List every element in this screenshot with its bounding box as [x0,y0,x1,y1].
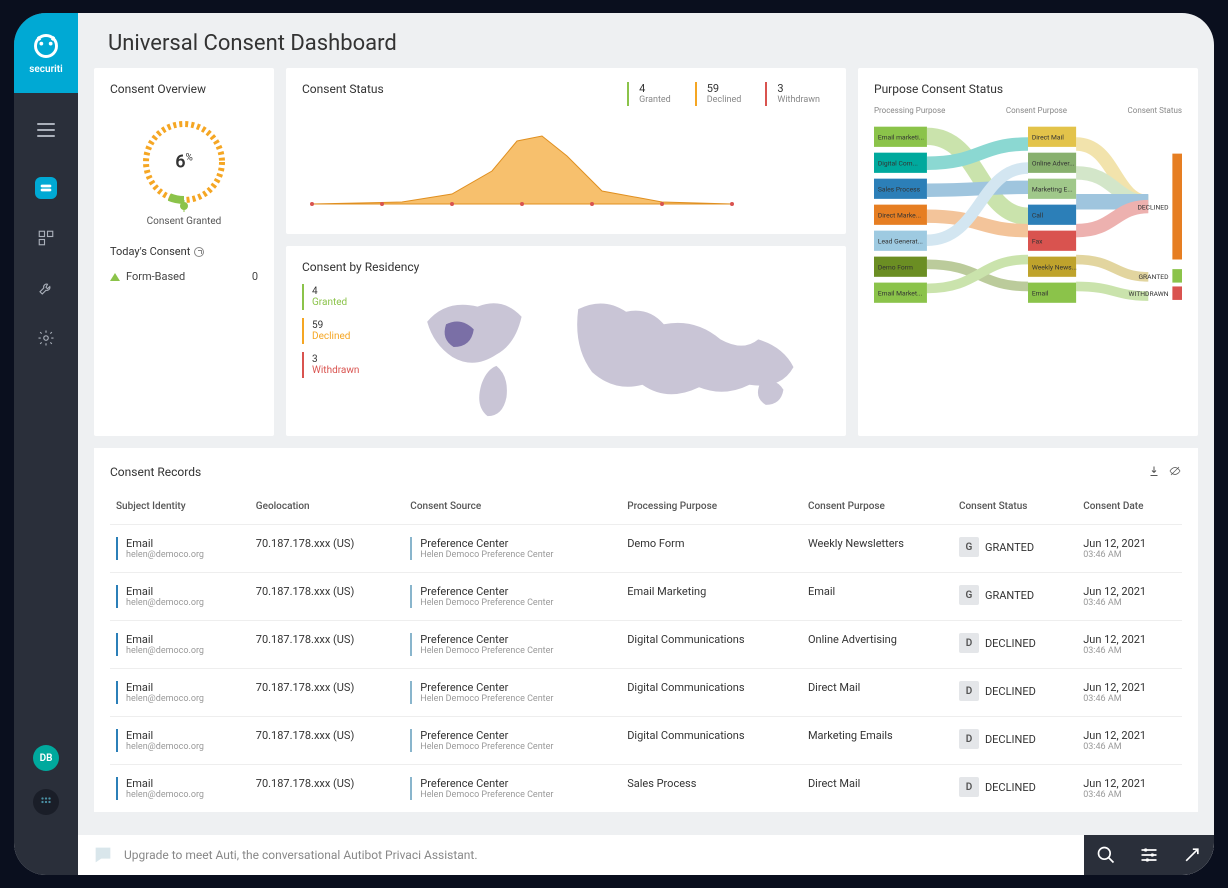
svg-text:Marketing E...: Marketing E... [1032,186,1073,194]
svg-text:WITHDRAWN: WITHDRAWN [1129,290,1169,298]
res-withdrawn-n: 3 [312,354,394,365]
today-item-label: Form-Based [126,270,185,283]
sankey-h1: Processing Purpose [874,106,945,115]
svg-text:Lead Generat...: Lead Generat... [878,238,923,246]
filter-icon[interactable] [1139,845,1159,865]
overview-title: Consent Overview [110,82,258,96]
status-declined-l: Declined [707,95,742,105]
brand-logo[interactable]: securiti [14,13,78,93]
table-row[interactable]: Emailhelen@democo.org 70.187.178.xxx (US… [110,669,1182,717]
table-row[interactable]: Emailhelen@democo.org 70.187.178.xxx (US… [110,621,1182,669]
footer-bar: Upgrade to meet Auti, the conversational… [78,835,1214,875]
chat-icon [92,844,114,866]
gauge-consent: 6% [134,112,234,212]
user-badge[interactable]: DB [33,745,59,771]
table-header[interactable]: Consent Date [1077,493,1182,525]
svg-text:DECLINED: DECLINED [1137,203,1169,211]
residency-title: Consent by Residency [302,260,830,274]
records-title: Consent Records [110,465,201,479]
expand-icon[interactable] [1182,845,1202,865]
page-title: Universal Consent Dashboard [78,13,1214,68]
svg-text:Direct Mail: Direct Mail [1032,134,1064,142]
search-icon[interactable] [1096,845,1116,865]
sankey-h3: Consent Status [1128,106,1182,115]
download-icon[interactable] [1148,462,1160,481]
sankey-title: Purpose Consent Status [874,82,1182,96]
table-row[interactable]: Emailhelen@democo.org 70.187.178.xxx (US… [110,573,1182,621]
records-table: Subject IdentityGeolocationConsent Sourc… [110,493,1182,812]
gauge-label: Consent Granted [110,216,258,227]
table-header[interactable]: Geolocation [250,493,405,525]
area-chart [302,116,742,216]
status-declined-n: 59 [707,82,742,95]
triangle-up-icon [110,273,120,281]
sidebar: securiti DB [14,13,78,875]
today-item-value: 0 [252,270,258,283]
status-granted-l: Granted [639,95,671,105]
res-granted-l: Granted [312,297,394,308]
svg-text:GRANTED: GRANTED [1138,273,1169,281]
menu-toggle[interactable] [37,123,55,137]
table-header[interactable]: Consent Source [404,493,621,525]
card-consent-overview: Consent Overview 6% Consent Granted Toda… [94,68,274,436]
status-granted-n: 4 [639,82,671,95]
table-header[interactable]: Consent Status [953,493,1077,525]
card-consent-records: Consent Records Subject IdentityGeolocat… [94,448,1198,812]
world-map [402,284,830,422]
svg-text:Fax: Fax [1032,238,1043,246]
logo-icon [32,32,60,60]
gauge-value: 6 [175,152,185,173]
status-title: Consent Status [302,82,384,96]
nav-dashboard-icon[interactable] [35,227,57,249]
card-consent-status: Consent Status 4Granted 59Declined 3With… [286,68,846,234]
nav-settings-icon[interactable] [35,327,57,349]
res-declined-l: Declined [312,331,394,342]
table-row[interactable]: Emailhelen@democo.org 70.187.178.xxx (US… [110,525,1182,573]
svg-text:Email marketi...: Email marketi... [878,134,924,142]
res-withdrawn-l: Withdrawn [312,365,394,376]
card-consent-residency: Consent by Residency 4Granted 59Declined… [286,246,846,436]
today-title: Today's Consent [110,245,190,258]
clock-icon [194,247,204,257]
svg-text:Sales Process: Sales Process [878,186,921,194]
status-withdrawn-n: 3 [777,82,820,95]
sankey-chart: Email marketi... Digital Com... Sales Proc… [874,121,1182,321]
footer-message: Upgrade to meet Auti, the conversational… [124,848,478,862]
svg-text:Demo Form: Demo Form [878,264,913,272]
table-header[interactable]: Subject Identity [110,493,250,525]
nav-tools-icon[interactable] [35,277,57,299]
visibility-off-icon[interactable] [1168,462,1182,481]
svg-text:Weekly News...: Weekly News... [1032,264,1077,272]
svg-text:Call: Call [1032,212,1044,220]
brand-label: securiti [29,64,62,75]
nav-consent-icon[interactable] [35,177,57,199]
status-withdrawn-l: Withdrawn [777,95,820,105]
card-purpose-consent-status: Purpose Consent Status Processing Purpos… [858,68,1198,436]
table-header[interactable]: Consent Purpose [802,493,953,525]
apps-icon[interactable] [33,789,59,815]
table-header[interactable]: Processing Purpose [621,493,802,525]
svg-text:Digital Com...: Digital Com... [878,160,918,168]
res-declined-n: 59 [312,320,394,331]
svg-text:Email: Email [1032,290,1049,298]
table-row[interactable]: Emailhelen@democo.org 70.187.178.xxx (US… [110,717,1182,765]
gauge-unit: % [185,153,192,164]
svg-text:Direct Marke...: Direct Marke... [878,212,921,220]
svg-text:Online Adver...: Online Adver... [1032,160,1075,168]
sankey-h2: Consent Purpose [1006,106,1067,115]
svg-text:Email Market...: Email Market... [878,290,923,298]
table-row[interactable]: Emailhelen@democo.org 70.187.178.xxx (US… [110,765,1182,813]
res-granted-n: 4 [312,286,394,297]
